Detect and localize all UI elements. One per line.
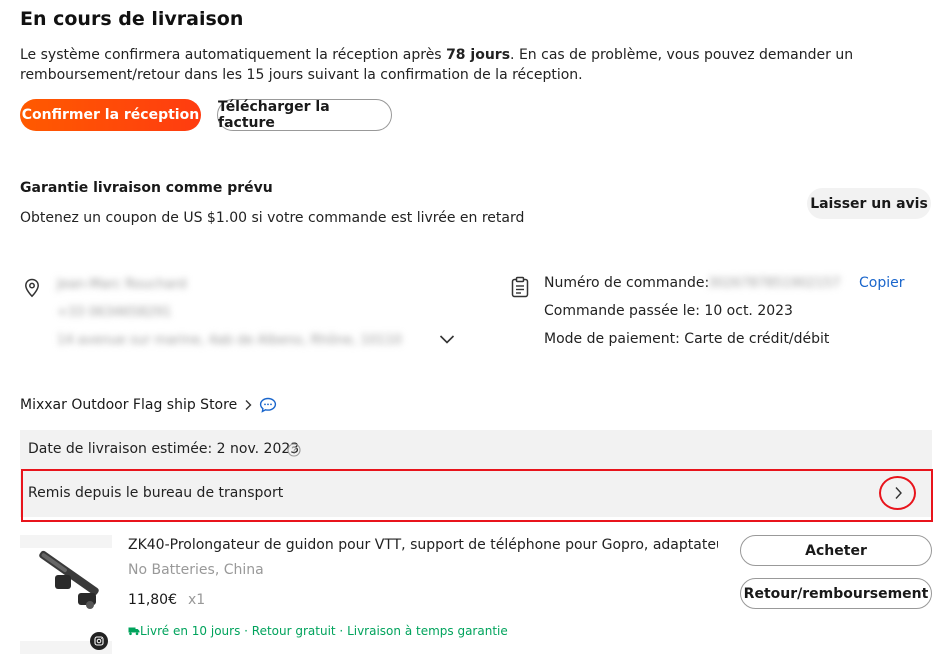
- product-image[interactable]: [20, 535, 112, 654]
- return-refund-button[interactable]: Retour/remboursement: [740, 578, 932, 609]
- location-pin-icon: [23, 278, 41, 298]
- notice-days: 78 jours: [446, 47, 511, 63]
- guarantee-title: Garantie livraison comme prévu: [20, 180, 273, 196]
- product-quantity: x1: [188, 592, 206, 608]
- buy-again-button[interactable]: Acheter: [740, 535, 932, 566]
- product-title-link[interactable]: ZK40-Prolongateur de guidon pour VTT, su…: [128, 537, 718, 553]
- chevron-down-icon[interactable]: [439, 333, 455, 345]
- shipping-address: 14 avenue sur marine, 4ab de Albeno, Rhô…: [57, 333, 402, 348]
- store-name: Mixxar Outdoor Flag ship Store: [20, 397, 238, 413]
- leave-review-button[interactable]: Laisser un avis: [807, 188, 931, 219]
- price-row: 11,80€ x1: [128, 592, 205, 608]
- confirm-reception-button[interactable]: Confirmer la réception: [20, 99, 201, 131]
- product-variant: No Batteries, China: [128, 562, 264, 578]
- product-benefits: Livré en 10 jours · Retour gratuit · Liv…: [128, 624, 508, 638]
- recipient-phone: +33 0634658291: [57, 305, 172, 320]
- download-invoice-button[interactable]: Télécharger la facture: [217, 99, 392, 131]
- delivery-truck-icon: [128, 626, 140, 636]
- notice-text: Le système confirmera automatiquement la…: [20, 47, 447, 63]
- order-status-title: En cours de livraison: [20, 8, 244, 30]
- order-date: Commande passée le: 10 oct. 2023: [544, 303, 793, 319]
- payment-method: Mode de paiement: Carte de crédit/débit: [544, 331, 830, 347]
- tracking-status-text: Remis depuis le bureau de transport: [28, 485, 284, 501]
- clipboard-icon: [510, 276, 530, 298]
- store-link[interactable]: Mixxar Outdoor Flag ship Store: [20, 397, 252, 413]
- chevron-right-icon[interactable]: [894, 486, 903, 500]
- product-price: 11,80€: [128, 592, 177, 608]
- guarantee-description: Obtenez un coupon de US $1.00 si votre c…: [20, 210, 525, 226]
- help-circle-icon[interactable]: [287, 443, 301, 457]
- order-number-label: Numéro de commande:: [544, 275, 710, 291]
- copy-order-number-link[interactable]: Copier: [859, 275, 905, 291]
- order-number-value: 3026787851902157: [708, 276, 841, 291]
- chevron-right-icon: [244, 399, 252, 411]
- camera-icon[interactable]: [90, 632, 108, 650]
- chat-message-icon[interactable]: [259, 397, 277, 413]
- estimated-delivery-date: Date de livraison estimée: 2 nov. 2023: [28, 441, 300, 457]
- benefits-text: Livré en 10 jours · Retour gratuit · Liv…: [140, 624, 508, 638]
- auto-confirm-notice: Le système confirmera automatiquement la…: [20, 45, 900, 85]
- recipient-name: Jean-Marc Rouchard: [57, 277, 187, 292]
